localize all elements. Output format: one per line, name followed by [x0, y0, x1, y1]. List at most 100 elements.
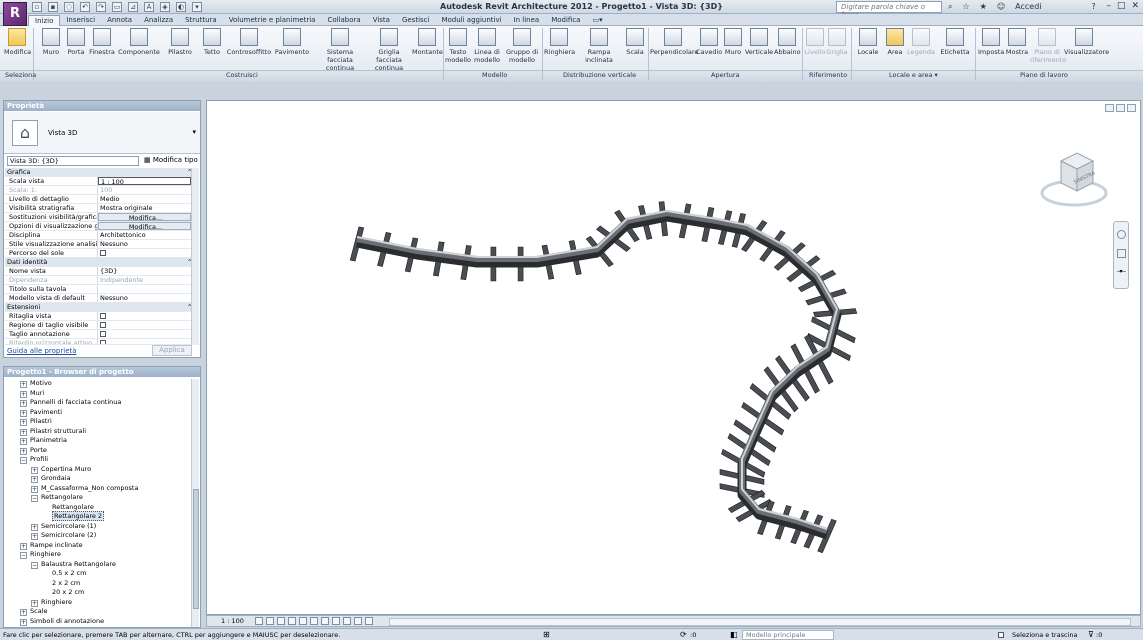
etichetta-button[interactable]: Etichetta	[940, 28, 970, 56]
tree-node[interactable]: − Profili	[4, 455, 192, 465]
subscription-icon[interactable]: ☆	[962, 2, 969, 12]
crop-region-visible-checkbox[interactable]	[100, 322, 106, 328]
measure-icon[interactable]: ⊿	[128, 2, 138, 12]
group-grafica[interactable]: Grafica ⌃	[5, 168, 191, 177]
tree-node[interactable]: + Semicircolare (1)	[4, 522, 192, 532]
table-row[interactable]: Titolo sulla tavola	[5, 285, 191, 294]
zoom-icon[interactable]	[1116, 249, 1126, 258]
tree-node[interactable]: + Ringhiere	[4, 598, 192, 608]
filter-icon[interactable]: ⊽	[1088, 630, 1094, 639]
user-icon[interactable]: ☺	[997, 2, 1005, 12]
project-browser-header[interactable]: Progetto1 - Browser di progetto	[4, 367, 200, 377]
steering-wheel-icon[interactable]	[1116, 230, 1126, 239]
open-icon[interactable]: ▫	[32, 2, 42, 12]
tree-node[interactable]: + Semicircolare (2)	[4, 531, 192, 541]
expand-icon[interactable]: +	[20, 409, 27, 417]
railing-model[interactable]	[207, 101, 1142, 616]
testo-modello-button[interactable]: Testo modello	[445, 28, 471, 64]
montante-button[interactable]: Montante	[412, 28, 443, 56]
panel-modello[interactable]: Modello	[482, 71, 507, 79]
livello-button[interactable]: Livello	[804, 28, 826, 56]
browser-scrollbar[interactable]	[191, 379, 199, 627]
tab-in-linea[interactable]: In linea	[508, 15, 546, 26]
scala-button[interactable]: Scala	[624, 28, 646, 56]
prop-value[interactable]: {3D}	[98, 267, 191, 275]
table-row[interactable]: Taglio annotazione	[5, 330, 191, 339]
collapse-icon[interactable]: −	[31, 495, 38, 502]
detail-level-icon[interactable]	[255, 617, 263, 625]
print-icon[interactable]: ▭	[112, 2, 122, 12]
prop-value[interactable]: Nessuno	[98, 294, 191, 302]
viewcube[interactable]: SINISTRA	[1039, 147, 1109, 217]
table-row[interactable]: Scala vista 1 : 100	[5, 177, 191, 186]
edit-type-button[interactable]: ▦ Modifica tipo	[144, 156, 198, 164]
scroll-left-icon[interactable]	[365, 617, 373, 625]
expand-icon[interactable]: +	[31, 523, 38, 531]
expand-icon[interactable]: +	[31, 533, 38, 540]
customize-qat-icon[interactable]: ▾	[192, 2, 202, 12]
tree-node[interactable]: + Scale	[4, 607, 192, 617]
imposta-button[interactable]: Imposta	[978, 28, 1004, 56]
tab-volumetrie[interactable]: Volumetrie e planimetria	[223, 15, 322, 26]
tree-node[interactable]: + Porte	[4, 446, 192, 456]
section-icon[interactable]: ◐	[176, 2, 186, 12]
chevron-down-icon[interactable]: ▾	[192, 128, 196, 136]
view-scale[interactable]: 1 : 100	[221, 617, 244, 625]
table-row[interactable]: Sostituzioni visibilità/grafica Modifica.…	[5, 213, 191, 222]
3d-view-canvas[interactable]: SINISTRA ▾	[206, 100, 1141, 615]
expand-icon[interactable]: +	[31, 466, 38, 474]
expand-icon[interactable]: +	[20, 390, 27, 398]
properties-help-link[interactable]: Guida alle proprietà	[7, 347, 77, 355]
expand-icon[interactable]: +	[20, 381, 27, 388]
table-row[interactable]: Disciplina Architettonico	[5, 231, 191, 240]
ringhiera-button[interactable]: Ringhiera	[544, 28, 575, 56]
tab-modifica[interactable]: Modifica	[545, 15, 586, 26]
expand-icon[interactable]: +	[31, 476, 38, 483]
expand-icon[interactable]: +	[31, 599, 38, 607]
rail-bottom[interactable]	[356, 212, 842, 540]
tree-node[interactable]: + Planimetria	[4, 436, 192, 446]
signin-link[interactable]: Accedi	[1015, 2, 1041, 12]
table-row[interactable]: Visibilità stratigrafia Mostra originale	[5, 204, 191, 213]
view-horizontal-scrollbar[interactable]	[389, 618, 1131, 626]
far-clip-checkbox[interactable]	[100, 340, 106, 344]
tree-node[interactable]: + Simboli di annotazione	[4, 617, 192, 627]
undo-icon[interactable]: ↶	[80, 2, 90, 12]
table-row[interactable]: Regione di taglio visibile	[5, 321, 191, 330]
tetto-button[interactable]: Tetto	[200, 28, 224, 56]
modifica-button[interactable]: Modifica	[4, 28, 31, 56]
panel-distribuzione[interactable]: Distribuzione verticale	[563, 71, 636, 79]
porta-button[interactable]: Porta	[64, 28, 88, 56]
tree-node[interactable]: − Rettangolare	[4, 493, 192, 503]
group-estensioni[interactable]: Estensioni ⌃	[5, 303, 191, 312]
collapse-icon[interactable]: −	[20, 457, 27, 464]
sun-path-checkbox[interactable]	[100, 250, 106, 256]
tree-node[interactable]: + Copertina Muro	[4, 465, 192, 475]
apply-button[interactable]: Applica	[152, 345, 192, 356]
sync-icon[interactable]: ◌	[64, 2, 74, 12]
crop-region-icon[interactable]	[310, 617, 318, 625]
mostra-button[interactable]: Mostra	[1004, 28, 1030, 56]
minimize-icon[interactable]: –	[1106, 1, 1111, 11]
tab-inserisci[interactable]: Inserisci	[60, 15, 101, 26]
tree-node[interactable]: + M_Cassaforma_Non composta	[4, 484, 192, 494]
worksets-icon[interactable]: ⊞	[543, 630, 550, 639]
panel-riferimento[interactable]: Riferimento	[809, 71, 847, 79]
collapse-icon[interactable]: −	[31, 561, 38, 569]
expand-icon[interactable]: +	[20, 609, 27, 616]
muro-button[interactable]: Muro	[38, 28, 64, 56]
expand-icon[interactable]: +	[20, 400, 27, 407]
table-row[interactable]: Modello vista di default Nessuno	[5, 294, 191, 303]
tab-gestisci[interactable]: Gestisci	[396, 15, 436, 26]
tab-annota[interactable]: Annota	[101, 15, 138, 26]
maximize-icon[interactable]: □	[1117, 1, 1126, 11]
prop-value[interactable]: Architettonico	[98, 231, 191, 239]
muro-apertura-button[interactable]: Muro	[722, 28, 744, 56]
perpendicolare-button[interactable]: Perpendicolare	[650, 28, 698, 56]
gruppo-modello-button[interactable]: Gruppo di modello	[505, 28, 539, 64]
tree-node[interactable]: 0.5 x 2 cm	[4, 569, 192, 579]
table-row[interactable]: Stile visualizzazione analisi d...Nessun…	[5, 240, 191, 249]
panel-locale-area[interactable]: Locale e area ▾	[889, 71, 938, 79]
componente-button[interactable]: Componente	[118, 28, 160, 56]
tree-node[interactable]: + Rampe inclinate	[4, 541, 192, 551]
